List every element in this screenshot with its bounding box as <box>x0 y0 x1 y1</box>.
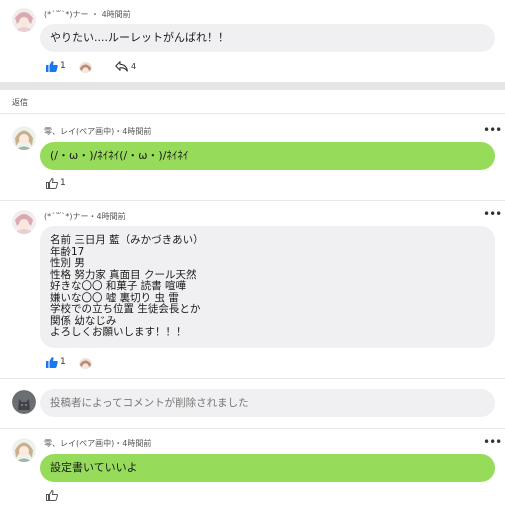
divider <box>0 428 505 429</box>
avatar[interactable] <box>12 438 36 462</box>
comment-body: (/・ω・)/ﾈｲﾈｲ(/・ω・)/ﾈｲﾈｲ <box>40 142 495 170</box>
like-count: 1 <box>60 357 66 367</box>
like-count: 1 <box>60 178 66 188</box>
divider <box>0 378 505 379</box>
comment-body: 名前 三日月 藍（みかづきあい） 年齢17 性別 男 性格 努力家 真面目 クー… <box>40 226 495 348</box>
thumbs-up-icon <box>46 357 58 368</box>
post-body: やりたい....ルーレットがんばれ！！ <box>40 24 495 52</box>
avatar[interactable] <box>12 8 36 32</box>
like-button[interactable]: 1 <box>46 178 72 190</box>
liker-avatar <box>79 60 92 73</box>
divider <box>0 113 505 114</box>
more-options-icon[interactable]: ••• <box>483 124 502 136</box>
section-separator <box>0 82 505 90</box>
comment-body: 設定書いていいよ <box>40 454 495 482</box>
comment-author-meta: (*´꒳`*)ナー・4時間前 <box>44 212 126 221</box>
deleted-comment-notice: 投稿者によってコメントが削除されました <box>40 389 495 417</box>
comment-author-meta: 零、レイ(ペア画中)・4時間前 <box>44 439 152 448</box>
thumbs-up-icon <box>46 178 58 189</box>
like-button[interactable] <box>46 490 60 502</box>
more-options-icon[interactable]: ••• <box>483 436 502 448</box>
share-count: 4 <box>131 62 137 71</box>
post-author-meta: (*´꒳`*)ナー ・ 4時間前 <box>44 10 131 19</box>
reply-arrow-icon <box>115 61 128 72</box>
divider <box>0 200 505 201</box>
like-button[interactable]: 1 <box>46 61 72 73</box>
avatar[interactable] <box>12 126 36 150</box>
comment-author-meta: 零、レイ(ペア画中)・4時間前 <box>44 127 152 136</box>
like-count: 1 <box>60 61 66 71</box>
like-button[interactable]: 1 <box>46 357 72 369</box>
thumbs-up-icon <box>46 490 58 501</box>
replies-heading: 返信 <box>12 98 28 107</box>
more-options-icon[interactable]: ••• <box>483 208 502 220</box>
thumbs-up-icon <box>46 61 58 72</box>
share-button[interactable]: 4 <box>115 61 139 73</box>
default-avatar-icon <box>12 390 36 414</box>
avatar[interactable] <box>12 210 36 234</box>
liker-avatar <box>79 356 92 369</box>
